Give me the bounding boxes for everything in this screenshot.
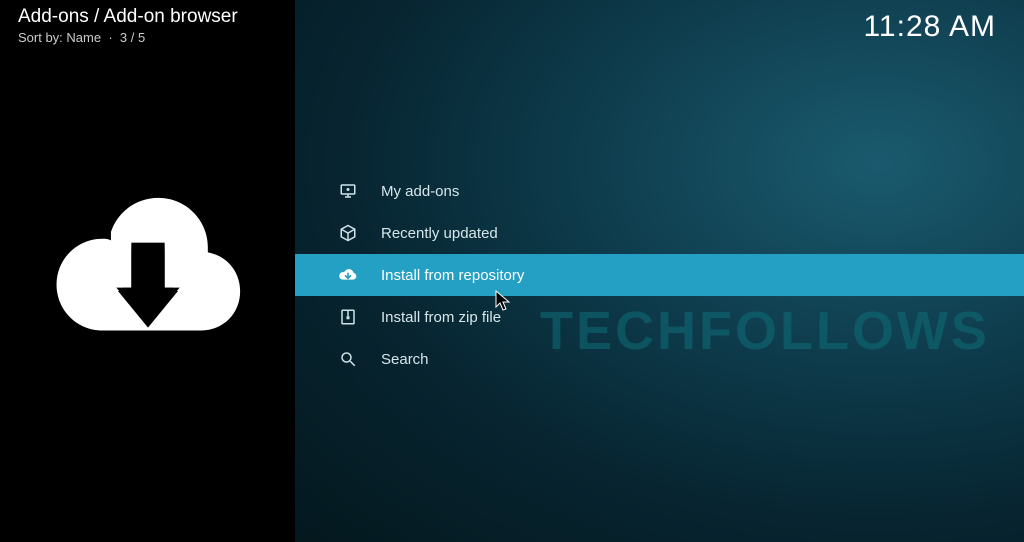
cloud-down-icon xyxy=(335,262,361,288)
menu-label: My add-ons xyxy=(381,183,459,200)
sort-prefix: Sort by: xyxy=(18,30,63,45)
menu-label: Recently updated xyxy=(381,225,498,242)
menu-label: Install from zip file xyxy=(381,309,501,326)
menu-item-search[interactable]: Search xyxy=(295,338,1024,380)
menu-list: My add-ons Recently updated Install from… xyxy=(295,170,1024,380)
sort-line: Sort by: Name · 3 / 5 xyxy=(18,30,238,45)
menu-label: Search xyxy=(381,351,429,368)
monitor-icon xyxy=(335,178,361,204)
menu-item-install-from-zip[interactable]: Install from zip file xyxy=(295,296,1024,338)
menu-item-my-addons[interactable]: My add-ons xyxy=(295,170,1024,212)
header: Add-ons / Add-on browser Sort by: Name ·… xyxy=(18,6,238,45)
menu-item-recently-updated[interactable]: Recently updated xyxy=(295,212,1024,254)
sort-sep: · xyxy=(105,30,120,45)
search-icon xyxy=(335,346,361,372)
zip-icon xyxy=(335,304,361,330)
box-icon xyxy=(335,220,361,246)
menu-label: Install from repository xyxy=(381,267,524,284)
sort-value[interactable]: Name xyxy=(66,30,101,45)
cloud-download-icon xyxy=(48,171,248,371)
sidebar xyxy=(0,0,295,542)
breadcrumb: Add-ons / Add-on browser xyxy=(18,6,238,28)
clock: 11:28 AM xyxy=(863,10,996,44)
main-panel: 11:28 AM TECHFOLLOWS My add-ons xyxy=(295,0,1024,542)
menu-item-install-from-repository[interactable]: Install from repository xyxy=(295,254,1024,296)
list-position: 3 / 5 xyxy=(120,30,145,45)
